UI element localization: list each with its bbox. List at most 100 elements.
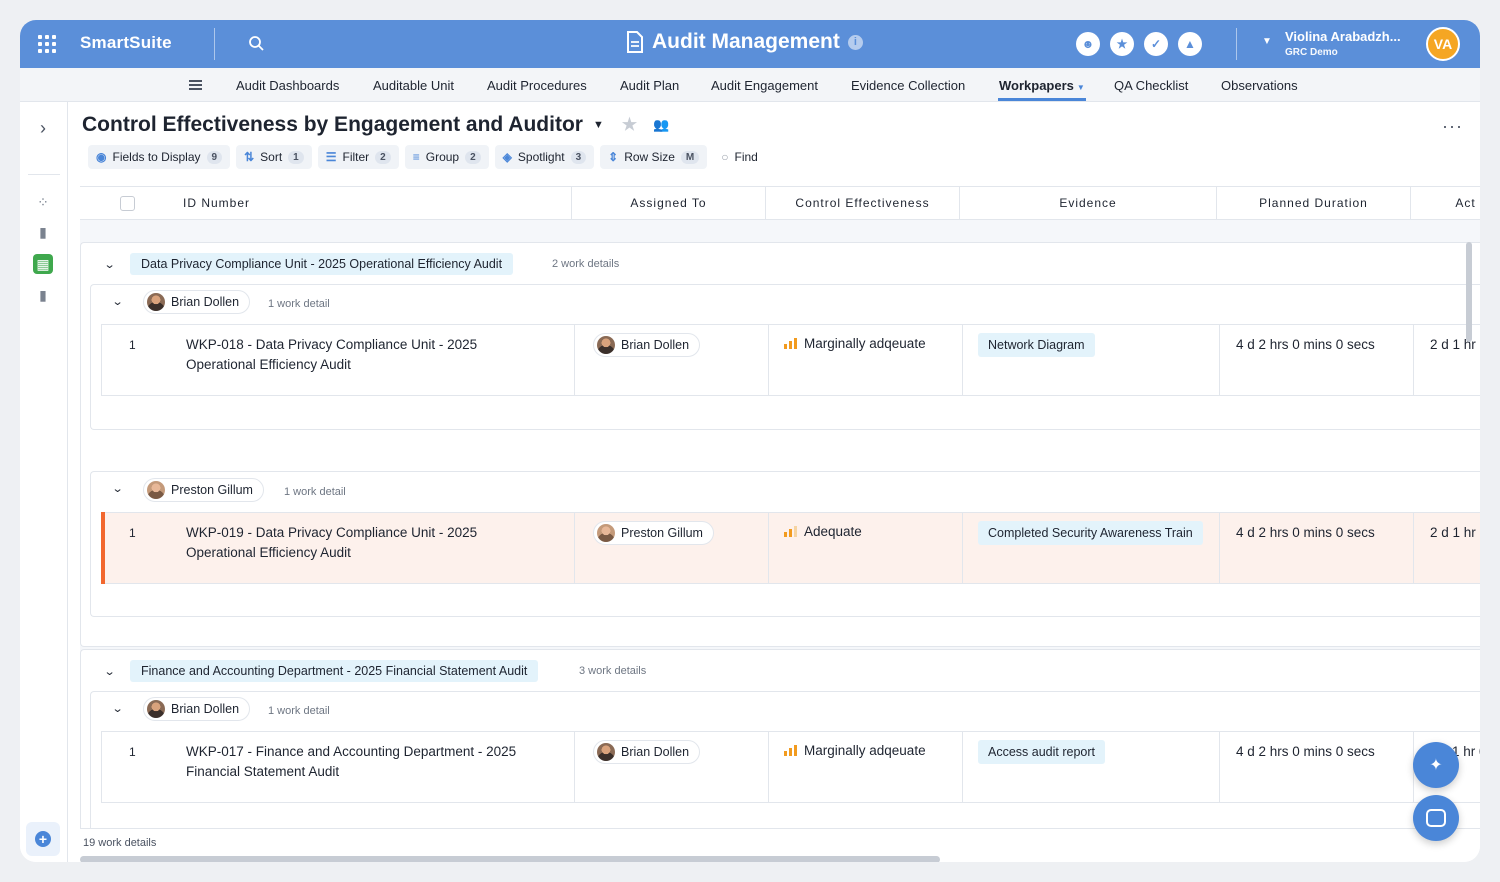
- sort-button[interactable]: ⇅ Sort 1: [236, 145, 312, 169]
- effectiveness-cell: Adequate: [784, 524, 862, 539]
- app-title-text: Audit Management: [652, 30, 840, 53]
- person-name: Brian Dollen: [171, 295, 240, 309]
- nav-audit-dashboards[interactable]: Audit Dashboards: [236, 78, 339, 93]
- subgroup-person: Brian Dollen: [143, 697, 251, 721]
- star-icon[interactable]: ★: [622, 115, 637, 135]
- chevron-down-icon[interactable]: ▼: [1262, 36, 1272, 47]
- row-number: 1: [129, 526, 136, 540]
- column-header-effectiveness[interactable]: Control Effectiveness: [766, 187, 960, 219]
- table-footer: 19 work details: [80, 828, 1480, 862]
- row-size-button[interactable]: ⇕ Row Size M: [600, 145, 708, 169]
- select-all-checkbox[interactable]: [120, 196, 135, 211]
- divider: [1413, 325, 1414, 395]
- group-button[interactable]: ≡ Group 2: [404, 145, 489, 169]
- chevron-down-icon[interactable]: ▼: [593, 119, 604, 131]
- avatar[interactable]: VA: [1426, 27, 1460, 61]
- brand-name[interactable]: SmartSuite: [80, 33, 172, 53]
- user-org: GRC Demo: [1285, 47, 1338, 58]
- column-header-evidence[interactable]: Evidence: [960, 187, 1217, 219]
- subgroup-section: ⌄ Preston Gillum 1 work detail 1 WKP-019…: [90, 471, 1480, 617]
- horizontal-scrollbar[interactable]: [80, 856, 940, 862]
- assignee-chip[interactable]: Preston Gillum: [593, 521, 714, 545]
- table-header: ID Number Assigned To Control Effectiven…: [80, 186, 1480, 220]
- id-line: WKP-017 - Finance and Accounting Departm…: [186, 744, 517, 759]
- nav-workpapers[interactable]: Workpapers ▼: [999, 78, 1085, 93]
- sort-icon: ⇅: [244, 150, 255, 164]
- dashboard-icon[interactable]: ⁘: [33, 192, 53, 212]
- divider: [574, 325, 575, 395]
- nav-observations[interactable]: Observations: [1221, 78, 1298, 93]
- kanban-icon[interactable]: ▮: [33, 222, 53, 242]
- app-launcher-icon[interactable]: [38, 35, 56, 53]
- left-rail: › ⁘ ▮ ▦ ▮ +: [20, 102, 68, 862]
- top-bar: SmartSuite Audit Management i ☻ ★ ✓ ▲ ▼ …: [20, 20, 1480, 68]
- plus-icon: +: [35, 831, 51, 847]
- column-header-actual[interactable]: Act: [1411, 187, 1480, 219]
- bell-icon[interactable]: ▲: [1178, 32, 1202, 56]
- tool-count: 3: [570, 150, 587, 164]
- evidence-tag[interactable]: Completed Security Awareness Train: [978, 521, 1203, 545]
- team-icon[interactable]: ☻: [1076, 32, 1100, 56]
- nav-audit-engagement[interactable]: Audit Engagement: [711, 78, 818, 93]
- chat-button[interactable]: [1413, 795, 1459, 841]
- nav-audit-procedures[interactable]: Audit Procedures: [487, 78, 587, 93]
- divider: [1219, 513, 1220, 583]
- vertical-scrollbar[interactable]: [1466, 242, 1472, 342]
- tool-label: Group: [425, 150, 460, 164]
- ai-assistant-button[interactable]: ✦: [1413, 742, 1459, 788]
- star-icon[interactable]: ★: [1110, 32, 1134, 56]
- timeline-icon[interactable]: ▮: [33, 285, 53, 305]
- chevron-down-icon[interactable]: ⌄: [104, 258, 116, 271]
- tool-count: 9: [206, 150, 223, 164]
- view-title-text: Control Effectiveness by Engagement and …: [82, 113, 583, 136]
- group-count: 2 work details: [552, 258, 620, 270]
- table-row[interactable]: 1 WKP-018 - Data Privacy Compliance Unit…: [101, 324, 1480, 396]
- filter-button[interactable]: ☰ Filter 2: [317, 145, 399, 169]
- nav-auditable-unit[interactable]: Auditable Unit: [373, 78, 454, 93]
- evidence-tag[interactable]: Network Diagram: [978, 333, 1095, 357]
- column-header-assigned[interactable]: Assigned To: [572, 187, 766, 219]
- group-count: 3 work details: [579, 665, 647, 677]
- info-icon[interactable]: i: [847, 34, 863, 50]
- more-options-icon[interactable]: ···: [1442, 116, 1463, 137]
- effectiveness-value: Marginally adqeuate: [804, 743, 926, 758]
- user-name[interactable]: Violina Arabadzh...: [1285, 29, 1401, 44]
- divider: [1413, 513, 1414, 583]
- tool-count: 2: [375, 150, 391, 164]
- nav-evidence-collection[interactable]: Evidence Collection: [851, 78, 965, 93]
- assignee-chip[interactable]: Brian Dollen: [593, 740, 701, 764]
- table-row[interactable]: 1 WKP-017 - Finance and Accounting Depar…: [101, 731, 1480, 803]
- id-line: WKP-018 - Data Privacy Compliance Unit -…: [186, 337, 478, 352]
- chevron-down-icon[interactable]: ⌄: [112, 702, 124, 715]
- fields-to-display-button[interactable]: ◉ Fields to Display 9: [88, 145, 231, 169]
- nav-audit-plan[interactable]: Audit Plan: [620, 78, 679, 93]
- divider: [28, 174, 60, 175]
- team-icon[interactable]: 👥: [653, 117, 669, 133]
- divider: [768, 732, 769, 802]
- chevron-down-icon[interactable]: ⌄: [112, 295, 124, 308]
- person-name: Brian Dollen: [171, 702, 240, 716]
- chevron-down-icon[interactable]: ⌄: [112, 482, 124, 495]
- group-label: Data Privacy Compliance Unit - 2025 Oper…: [130, 253, 514, 275]
- grid-view-icon[interactable]: ▦: [33, 254, 53, 274]
- divider: [962, 325, 963, 395]
- add-view-button[interactable]: +: [26, 822, 60, 856]
- subgroup-person: Preston Gillum: [143, 478, 264, 502]
- menu-icon[interactable]: [189, 80, 202, 90]
- assignee-chip[interactable]: Brian Dollen: [593, 333, 701, 357]
- table-row[interactable]: 1 WKP-019 - Data Privacy Compliance Unit…: [101, 512, 1480, 584]
- check-icon[interactable]: ✓: [1144, 32, 1168, 56]
- chevron-right-icon[interactable]: ›: [33, 118, 53, 138]
- nav-qa-checklist[interactable]: QA Checklist: [1114, 78, 1188, 93]
- search-icon[interactable]: [248, 35, 264, 51]
- spotlight-button[interactable]: ◈ Spotlight 3: [494, 145, 595, 169]
- chevron-down-icon[interactable]: ⌄: [104, 665, 116, 678]
- divider: [1219, 732, 1220, 802]
- find-button[interactable]: ○ Find: [713, 145, 766, 169]
- view-toolbar: ◉ Fields to Display 9 ⇅ Sort 1 ☰ Filter 2 ≡ Gro…: [88, 145, 766, 169]
- row-size-icon: ⇕: [608, 150, 619, 164]
- view-title[interactable]: Control Effectiveness by Engagement and …: [82, 113, 669, 137]
- evidence-tag[interactable]: Access audit report: [978, 740, 1105, 764]
- column-header-id[interactable]: ID Number: [183, 187, 572, 219]
- column-header-planned[interactable]: Planned Duration: [1217, 187, 1411, 219]
